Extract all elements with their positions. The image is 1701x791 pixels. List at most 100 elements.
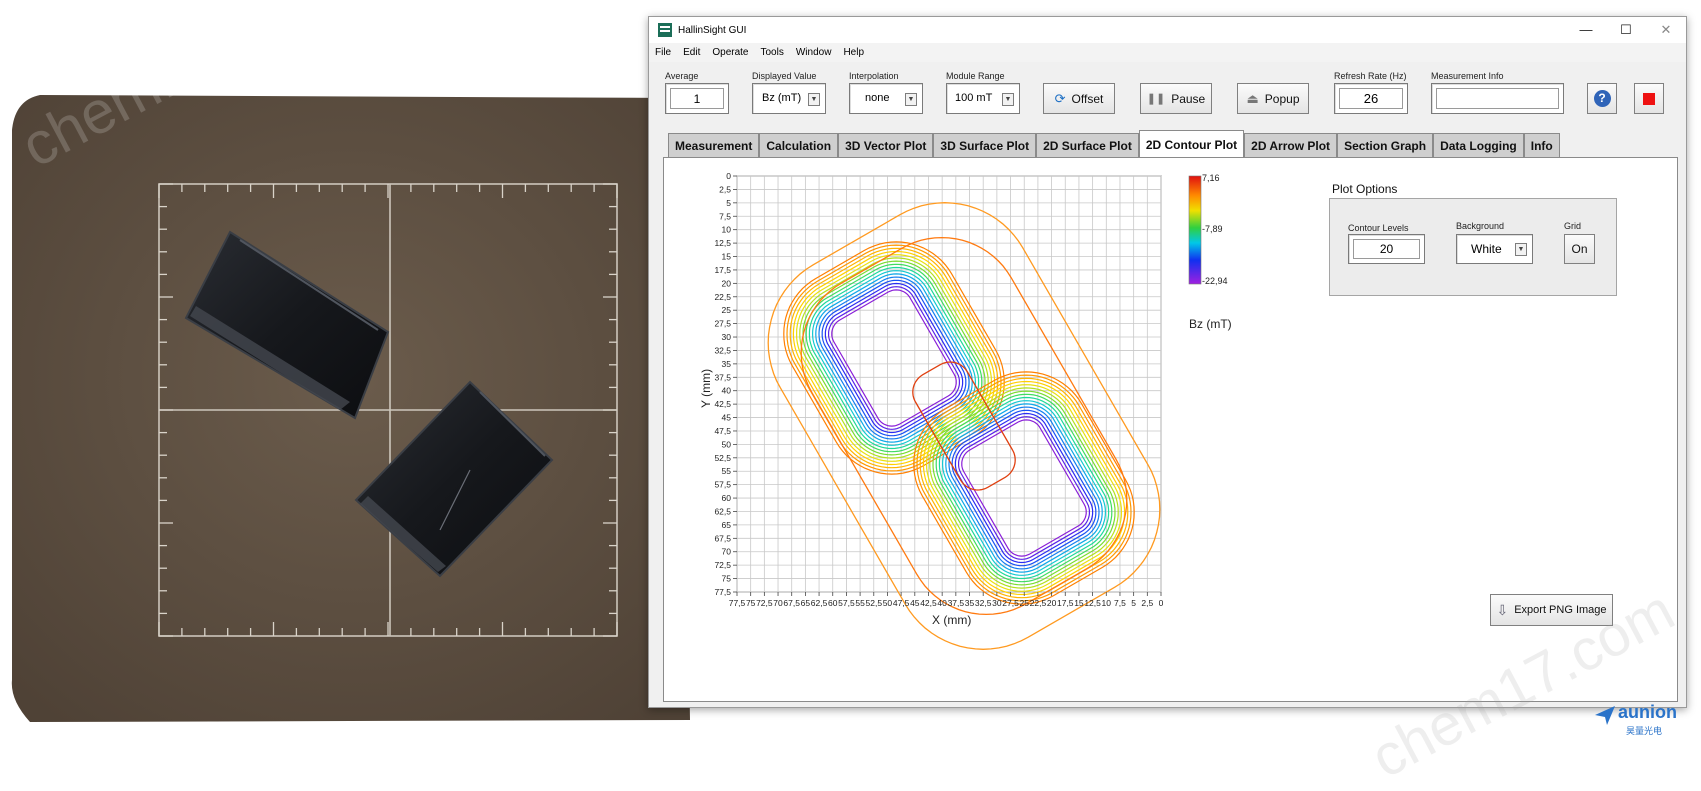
- contour-levels-label: Contour Levels: [1348, 223, 1409, 233]
- menu-file[interactable]: File: [649, 47, 677, 58]
- popup-button[interactable]: ⏏ Popup: [1237, 83, 1309, 114]
- x-tick-label: 5: [1131, 598, 1136, 608]
- menu-window[interactable]: Window: [790, 47, 838, 58]
- x-tick-label: 72,5: [756, 598, 773, 608]
- help-button[interactable]: ?: [1587, 83, 1617, 114]
- refresh-rate-value: 26: [1339, 88, 1403, 109]
- tab-2d-arrow-plot[interactable]: 2D Arrow Plot: [1244, 133, 1338, 157]
- tab-3d-vector-plot[interactable]: 3D Vector Plot: [838, 133, 934, 157]
- grid-toggle[interactable]: On: [1564, 234, 1595, 264]
- stop-icon: [1643, 92, 1655, 105]
- average-field[interactable]: 1: [665, 83, 729, 114]
- y-tick-label: 25: [722, 305, 732, 315]
- y-tick-label: 5: [726, 198, 731, 208]
- y-tick-label: 67,5: [714, 533, 731, 543]
- plot-options-title: Plot Options: [1332, 182, 1398, 196]
- x-tick-label: 65: [801, 598, 811, 608]
- tab-data-logging[interactable]: Data Logging: [1433, 133, 1524, 157]
- x-tick-label: 50: [883, 598, 893, 608]
- y-tick-label: 32,5: [714, 345, 731, 355]
- grid-label: Grid: [1564, 221, 1582, 231]
- x-tick-label: 32,5: [975, 598, 992, 608]
- module-range-text: 100 mT: [955, 92, 993, 104]
- x-axis-ticks: 77,5 75 72,5 70 67,5 65 62,5 60 57,5 55 52,5 50 47,5…: [729, 592, 1164, 608]
- colorbar-unit: Bz (mT): [1189, 317, 1232, 331]
- tab-info[interactable]: Info: [1523, 133, 1560, 157]
- displayed-value-select[interactable]: Bz (mT) ▼: [752, 83, 826, 114]
- y-tick-label: 10: [722, 225, 732, 235]
- eject-icon: ⏏: [1246, 90, 1259, 106]
- y-tick-label: 22,5: [714, 292, 731, 302]
- y-tick-label: 50: [722, 439, 732, 449]
- menu-tools[interactable]: Tools: [755, 47, 790, 58]
- interpolation-select[interactable]: none ▼: [849, 83, 923, 114]
- menu-operate[interactable]: Operate: [706, 47, 754, 58]
- measurement-info-field[interactable]: [1431, 83, 1564, 114]
- measurement-info-label: Measurement Info: [1431, 71, 1504, 81]
- offset-button[interactable]: ⟳ Offset: [1043, 83, 1115, 114]
- x-tick-label: 60: [828, 598, 838, 608]
- x-tick-label: 42,5: [920, 598, 937, 608]
- brand-logo: aunion 昊量光电: [1594, 702, 1694, 738]
- y-tick-label: 57,5: [714, 480, 731, 490]
- menu-edit[interactable]: Edit: [677, 47, 706, 58]
- brand-name: aunion: [1618, 702, 1677, 722]
- pause-button[interactable]: ❚❚ Pause: [1140, 83, 1212, 114]
- x-tick-label: 15: [1074, 598, 1084, 608]
- x-tick-label: 25: [1019, 598, 1029, 608]
- y-tick-label: 47,5: [714, 426, 731, 436]
- module-range-select[interactable]: 100 mT ▼: [946, 83, 1020, 114]
- y-tick-label: 40: [722, 386, 732, 396]
- y-tick-label: 12,5: [714, 238, 731, 248]
- displayed-value-text: Bz (mT): [762, 92, 802, 104]
- module-range-label: Module Range: [946, 71, 1005, 81]
- y-tick-label: 77,5: [714, 587, 731, 597]
- export-icon: ⇩: [1496, 601, 1509, 618]
- x-tick-label: 7,5: [1114, 598, 1126, 608]
- stop-button[interactable]: [1634, 83, 1664, 114]
- contour-levels-field[interactable]: 20: [1348, 234, 1425, 264]
- dropdown-arrow-icon: ▼: [1515, 243, 1527, 256]
- x-tick-label: 62,5: [811, 598, 828, 608]
- tab-2d-contour-plot[interactable]: 2D Contour Plot: [1138, 130, 1245, 157]
- background-label: Background: [1456, 221, 1505, 231]
- menu-help[interactable]: Help: [837, 47, 870, 58]
- background-select[interactable]: White ▼: [1456, 234, 1533, 264]
- dropdown-arrow-icon: ▼: [1002, 92, 1014, 106]
- x-tick-label: 2,5: [1141, 598, 1153, 608]
- tab-measurement[interactable]: Measurement: [668, 133, 760, 157]
- y-tick-label: 15: [722, 252, 732, 262]
- x-tick-label: 55: [855, 598, 865, 608]
- tab-2d-surface-plot[interactable]: 2D Surface Plot: [1036, 133, 1139, 157]
- grid-toggle-value: On: [1571, 242, 1588, 256]
- close-button[interactable]: ✕: [1646, 17, 1686, 43]
- maximize-button[interactable]: ☐: [1606, 17, 1646, 43]
- menu-bar: File Edit Operate Tools Window Help: [649, 43, 1686, 62]
- y-tick-label: 0: [726, 171, 731, 181]
- brand-logo-icon: [1595, 706, 1615, 725]
- y-tick-label: 30: [722, 332, 732, 342]
- x-tick-label: 0: [1159, 598, 1164, 608]
- minimize-button[interactable]: —: [1566, 17, 1606, 43]
- x-tick-label: 22,5: [1030, 598, 1047, 608]
- tab-section-graph[interactable]: Section Graph: [1337, 133, 1434, 157]
- tab-calculation[interactable]: Calculation: [759, 133, 839, 157]
- contour-levels-value: 20: [1353, 239, 1420, 259]
- y-tick-label: 70: [722, 547, 732, 557]
- measurement-info-value: [1436, 88, 1559, 109]
- brand-subtitle: 昊量光电: [1626, 726, 1663, 736]
- app-logo-icon: [658, 23, 672, 37]
- y-tick-label: 37,5: [714, 372, 731, 382]
- x-tick-label: 30: [992, 598, 1002, 608]
- tab-3d-surface-plot[interactable]: 3D Surface Plot: [933, 133, 1037, 157]
- y-tick-label: 2,5: [719, 184, 731, 194]
- x-tick-label: 12,5: [1084, 598, 1101, 608]
- app-window: HallinSight GUI — ☐ ✕ File Edit Operate …: [648, 16, 1687, 708]
- y-tick-label: 7,5: [719, 211, 731, 221]
- contour-plot-panel: 0 2,5 5 7,5 10 12,5 15 17,5 20 22,5 25 27,5 30 32,5 35…: [663, 157, 1678, 702]
- x-tick-label: 47,5: [893, 598, 910, 608]
- y-tick-label: 60: [722, 493, 732, 503]
- x-tick-label: 67,5: [783, 598, 800, 608]
- refresh-rate-field[interactable]: 26: [1334, 83, 1408, 114]
- average-label: Average: [665, 71, 699, 81]
